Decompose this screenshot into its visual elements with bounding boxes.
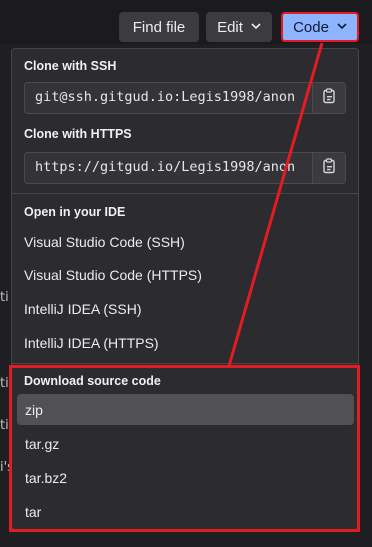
clipboard-icon	[322, 87, 336, 109]
ide-item-intellij-ssh[interactable]: IntelliJ IDEA (SSH)	[24, 301, 141, 317]
divider	[12, 363, 358, 364]
background-text: ti	[0, 418, 9, 433]
divider	[12, 193, 358, 194]
download-tar-gz[interactable]: tar.gz	[17, 428, 354, 459]
download-tar-bz2[interactable]: tar.bz2	[17, 462, 354, 493]
clone-ssh-field: git@ssh.gitgud.io:Legis1998/anon	[24, 82, 346, 114]
clone-https-title: Clone with HTTPS	[24, 127, 132, 141]
clone-ssh-input[interactable]: git@ssh.gitgud.io:Legis1998/anon	[25, 83, 311, 113]
chevron-down-icon	[251, 22, 261, 32]
code-button[interactable]: Code	[281, 12, 359, 42]
edit-label: Edit	[217, 18, 243, 36]
open-in-ide-title: Open in your IDE	[24, 205, 126, 219]
chevron-down-icon	[337, 22, 347, 32]
download-source-title: Download source code	[24, 374, 161, 388]
copy-ssh-button[interactable]	[312, 83, 345, 113]
clipboard-icon	[322, 157, 336, 179]
find-file-button[interactable]: Find file	[119, 12, 199, 42]
code-dropdown: Clone with SSH git@ssh.gitgud.io:Legis19…	[11, 48, 359, 530]
clone-https-input[interactable]: https://gitgud.io/Legis1998/anon	[25, 153, 311, 183]
ide-item-intellij-https[interactable]: IntelliJ IDEA (HTTPS)	[24, 335, 159, 351]
find-file-label: Find file	[132, 18, 186, 36]
ide-item-vscode-ssh[interactable]: Visual Studio Code (SSH)	[24, 234, 185, 250]
clone-https-field: https://gitgud.io/Legis1998/anon	[24, 152, 346, 184]
background-text: ti	[0, 290, 9, 305]
ide-item-vscode-https[interactable]: Visual Studio Code (HTTPS)	[24, 267, 202, 283]
download-tar[interactable]: tar	[17, 496, 354, 527]
background-text: ti	[0, 376, 9, 391]
copy-https-button[interactable]	[312, 153, 345, 183]
clone-ssh-title: Clone with SSH	[24, 59, 117, 73]
download-zip[interactable]: zip	[17, 394, 354, 425]
edit-button[interactable]: Edit	[206, 12, 272, 42]
code-label: Code	[293, 18, 329, 36]
